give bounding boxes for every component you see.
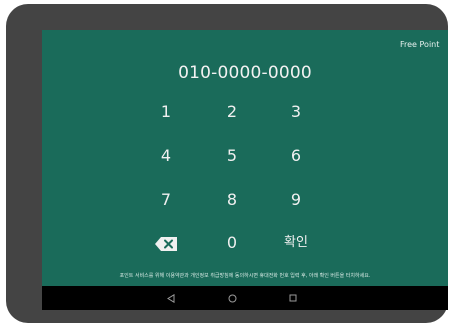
home-icon (228, 294, 236, 302)
phone-number-display: 010-0000-0000 (178, 63, 312, 83)
consent-notice: 포인트 서비스를 위해 이용약관과 개인정보 취급방침에 동의하시면 휴대전화 … (119, 273, 371, 279)
key-6[interactable]: 6 (266, 142, 326, 170)
home-button[interactable] (212, 286, 252, 310)
app-screen: Free Point 010-0000-0000 1 2 3 4 5 6 7 8… (42, 30, 448, 310)
key-8[interactable]: 8 (202, 186, 262, 214)
tablet-frame: Free Point 010-0000-0000 1 2 3 4 5 6 7 8… (6, 4, 448, 323)
back-icon (167, 293, 175, 303)
system-navbar (42, 286, 448, 310)
recents-icon (289, 294, 297, 302)
backspace-icon (155, 236, 177, 251)
key-0[interactable]: 0 (202, 229, 262, 257)
key-2[interactable]: 2 (202, 98, 262, 126)
backspace-button[interactable] (136, 229, 196, 257)
free-point-label: Free Point (400, 40, 440, 49)
back-button[interactable] (151, 286, 191, 310)
key-1[interactable]: 1 (136, 98, 196, 126)
key-9[interactable]: 9 (266, 186, 326, 214)
confirm-button[interactable]: 확인 (266, 229, 326, 257)
key-5[interactable]: 5 (202, 142, 262, 170)
key-3[interactable]: 3 (266, 98, 326, 126)
recents-button[interactable] (273, 286, 313, 310)
key-4[interactable]: 4 (136, 142, 196, 170)
key-7[interactable]: 7 (136, 186, 196, 214)
